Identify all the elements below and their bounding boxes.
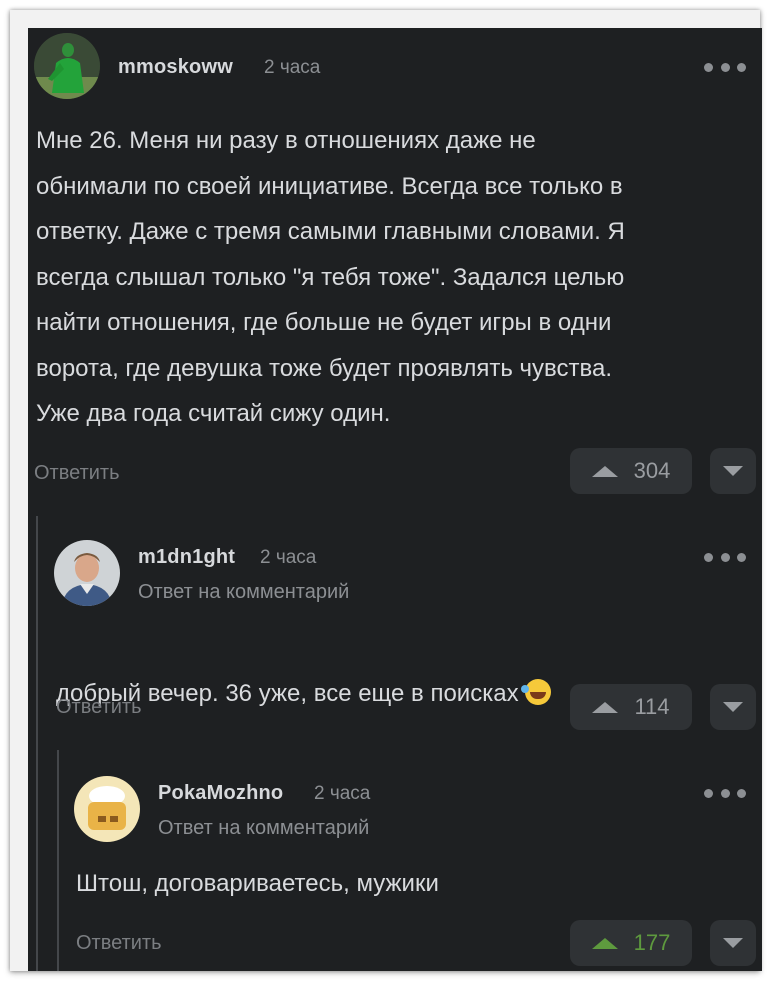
comment-text: Штош, договариваетесь, мужики (76, 870, 439, 897)
upvote-button[interactable]: 114 (570, 684, 692, 730)
photo-frame: mmoskoww 2 часа Мне 26. Меня ни разу в о… (10, 10, 762, 971)
username[interactable]: mmoskoww (118, 56, 233, 79)
timestamp: 2 часа (314, 783, 371, 804)
username[interactable]: PokaMozhno (158, 782, 283, 805)
more-dots-icon[interactable] (704, 62, 746, 72)
avatar[interactable] (74, 776, 140, 842)
downvote-button[interactable] (710, 448, 756, 494)
timestamp: 2 часа (264, 57, 321, 78)
timestamp: 2 часа (260, 547, 317, 568)
reply-note: Ответ на комментарий (158, 817, 370, 839)
thread-line-level-2 (57, 750, 59, 971)
comment-text: Мне 26. Меня ни разу в отношениях даже н… (36, 127, 625, 427)
avatar[interactable] (54, 540, 120, 606)
reply-button[interactable]: Ответить (56, 696, 142, 719)
downvote-button[interactable] (710, 684, 756, 730)
thread-line-level-1 (36, 516, 38, 971)
upvote-button[interactable]: 177 (570, 920, 692, 966)
vote-count: 177 (633, 930, 671, 955)
more-dots-icon[interactable] (704, 552, 746, 562)
avatar[interactable] (34, 33, 100, 99)
downvote-button[interactable] (710, 920, 756, 966)
avatar-image (54, 540, 120, 606)
upvote-icon (591, 465, 618, 477)
upvote-icon (592, 701, 619, 713)
downvote-icon (723, 466, 743, 476)
reply-button[interactable]: Ответить (76, 932, 162, 955)
downvote-icon (723, 938, 743, 948)
vote-count: 304 (633, 458, 671, 483)
downvote-icon (723, 702, 743, 712)
username[interactable]: m1dn1ght (138, 546, 235, 569)
upvote-icon (591, 937, 618, 949)
avatar-image (74, 776, 140, 842)
rofl-emoji-icon (520, 678, 551, 705)
comment-thread: mmoskoww 2 часа Мне 26. Меня ни разу в о… (28, 28, 762, 971)
more-dots-icon[interactable] (704, 788, 746, 798)
vote-count: 114 (634, 694, 670, 719)
reply-note: Ответ на комментарий (138, 581, 350, 603)
reply-button[interactable]: Ответить (34, 462, 120, 485)
upvote-button[interactable]: 304 (570, 448, 692, 494)
avatar-image (34, 33, 100, 99)
